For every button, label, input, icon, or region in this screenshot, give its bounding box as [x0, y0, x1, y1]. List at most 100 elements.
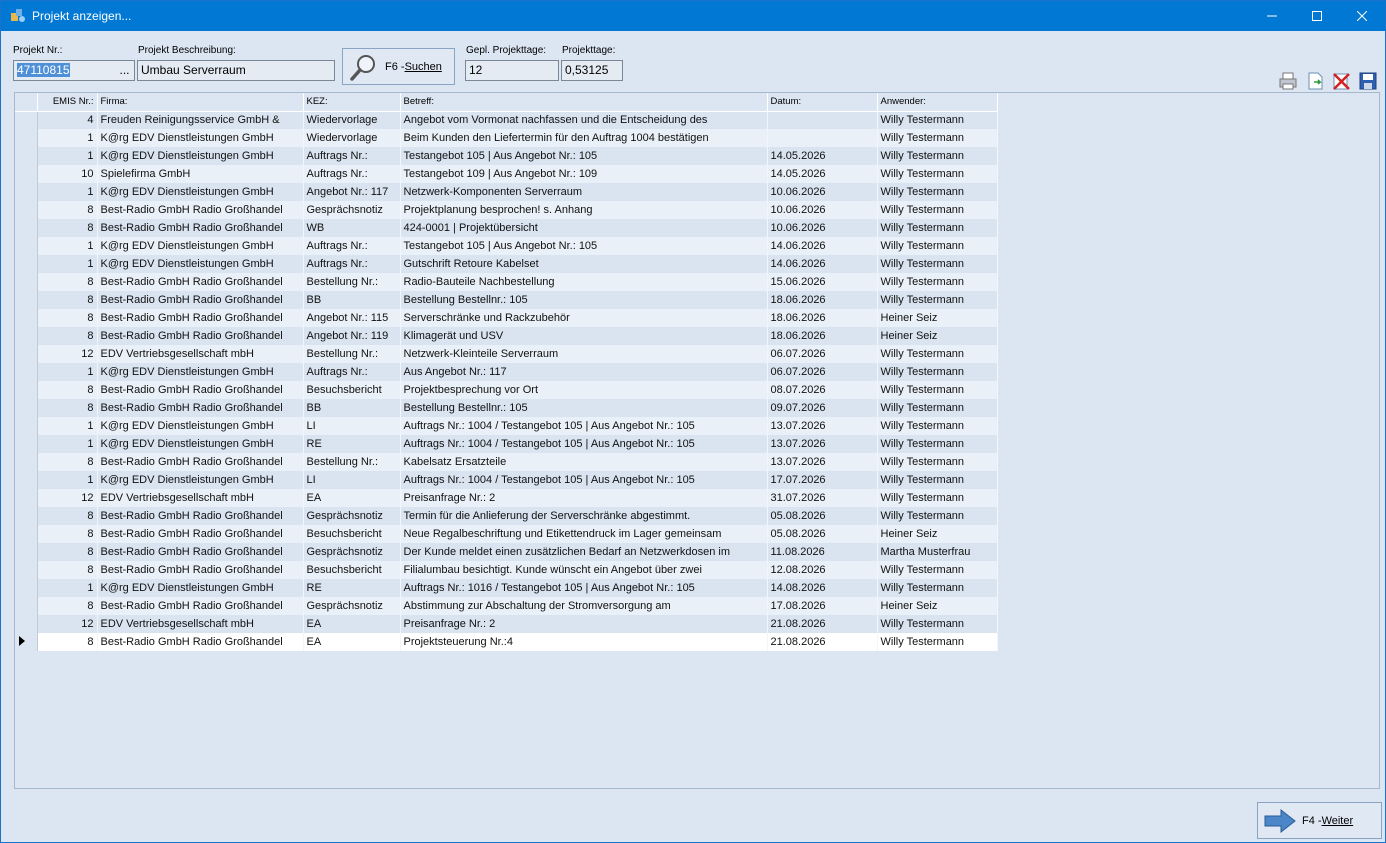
cell-firma[interactable]: Spielefirma GmbH	[97, 165, 304, 183]
table-row[interactable]: 10 Spielefirma GmbH Auftrags Nr.: Testangeb…	[15, 165, 998, 183]
cell-datum[interactable]: 08.07.2026	[767, 381, 878, 399]
cell-betreff[interactable]: Filialumbau besichtigt. Kunde wünscht ei…	[400, 561, 768, 579]
table-row[interactable]: 8 Best-Radio GmbH Radio Großhandel Bestell…	[15, 453, 998, 471]
row-indicator[interactable]	[15, 435, 38, 453]
cell-anwender[interactable]: Willy Testermann	[877, 561, 998, 579]
row-indicator[interactable]	[15, 183, 38, 201]
table-row[interactable]: 8 Best-Radio GmbH Radio Großhandel Bestell…	[15, 273, 998, 291]
cell-betreff[interactable]: Radio-Bauteile Nachbestellung	[400, 273, 768, 291]
cell-kez[interactable]: Auftrags Nr.:	[303, 147, 401, 165]
row-indicator[interactable]	[15, 561, 38, 579]
cell-datum[interactable]: 06.07.2026	[767, 345, 878, 363]
cell-anwender[interactable]: Willy Testermann	[877, 453, 998, 471]
cell-datum[interactable]: 13.07.2026	[767, 453, 878, 471]
cell-firma[interactable]: K@rg EDV Dienstleistungen GmbH	[97, 471, 304, 489]
cell-firma[interactable]: EDV Vertriebsgesellschaft mbH	[97, 615, 304, 633]
cell-anwender[interactable]: Willy Testermann	[877, 363, 998, 381]
cell-anwender[interactable]: Willy Testermann	[877, 255, 998, 273]
cell-firma[interactable]: K@rg EDV Dienstleistungen GmbH	[97, 417, 304, 435]
cell-emis-nr[interactable]: 4	[37, 111, 98, 129]
cell-kez[interactable]: Gesprächsnotiz	[303, 201, 401, 219]
cell-emis-nr[interactable]: 1	[37, 471, 98, 489]
cell-datum[interactable]: 06.07.2026	[767, 363, 878, 381]
cell-emis-nr[interactable]: 1	[37, 183, 98, 201]
cell-anwender[interactable]: Willy Testermann	[877, 165, 998, 183]
cell-datum[interactable]: 10.06.2026	[767, 219, 878, 237]
table-row[interactable]: 8 Best-Radio GmbH Radio Großhandel BB Beste…	[15, 291, 998, 309]
cell-betreff[interactable]: Testangebot 109 | Aus Angebot Nr.: 109	[400, 165, 768, 183]
cell-datum[interactable]: 17.07.2026	[767, 471, 878, 489]
cell-firma[interactable]: Best-Radio GmbH Radio Großhandel	[97, 291, 304, 309]
row-indicator[interactable]	[15, 579, 38, 597]
row-indicator[interactable]	[15, 363, 38, 381]
row-indicator[interactable]	[15, 633, 38, 651]
cell-firma[interactable]: Best-Radio GmbH Radio Großhandel	[97, 219, 304, 237]
row-indicator[interactable]	[15, 201, 38, 219]
cell-kez[interactable]: EA	[303, 489, 401, 507]
export-icon[interactable]	[1305, 71, 1325, 91]
cell-firma[interactable]: Best-Radio GmbH Radio Großhandel	[97, 633, 304, 651]
row-indicator[interactable]	[15, 219, 38, 237]
row-indicator[interactable]	[15, 147, 38, 165]
cell-betreff[interactable]: 424-0001 | Projektübersicht	[400, 219, 768, 237]
cell-emis-nr[interactable]: 8	[37, 327, 98, 345]
search-button[interactable]: F6 - Suchen	[342, 48, 455, 85]
cell-emis-nr[interactable]: 8	[37, 597, 98, 615]
table-row[interactable]: 8 Best-Radio GmbH Radio Großhandel EA Proje…	[15, 633, 998, 651]
cell-betreff[interactable]: Netzwerk-Kleinteile Serverraum	[400, 345, 768, 363]
cell-datum[interactable]: 13.07.2026	[767, 417, 878, 435]
cell-betreff[interactable]: Auftrags Nr.: 1004 / Testangebot 105 | A…	[400, 471, 768, 489]
cell-firma[interactable]: K@rg EDV Dienstleistungen GmbH	[97, 435, 304, 453]
cell-datum[interactable]: 13.07.2026	[767, 435, 878, 453]
table-row[interactable]: 1 K@rg EDV Dienstleistungen GmbH Auftrags …	[15, 363, 998, 381]
cell-betreff[interactable]: Beim Kunden den Liefertermin für den Auf…	[400, 129, 768, 147]
cell-datum[interactable]: 21.08.2026	[767, 633, 878, 651]
cell-emis-nr[interactable]: 12	[37, 489, 98, 507]
cell-anwender[interactable]: Willy Testermann	[877, 507, 998, 525]
cell-anwender[interactable]: Willy Testermann	[877, 579, 998, 597]
row-indicator[interactable]	[15, 453, 38, 471]
cell-datum[interactable]: 05.08.2026	[767, 507, 878, 525]
delete-icon[interactable]	[1331, 71, 1351, 91]
table-row[interactable]: 1 K@rg EDV Dienstleistungen GmbH RE Auftrag…	[15, 579, 998, 597]
cell-anwender[interactable]: Willy Testermann	[877, 273, 998, 291]
cell-firma[interactable]: K@rg EDV Dienstleistungen GmbH	[97, 255, 304, 273]
row-indicator[interactable]	[15, 291, 38, 309]
row-indicator[interactable]	[15, 543, 38, 561]
cell-datum[interactable]: 15.06.2026	[767, 273, 878, 291]
cell-kez[interactable]: EA	[303, 615, 401, 633]
cell-firma[interactable]: K@rg EDV Dienstleistungen GmbH	[97, 237, 304, 255]
cell-datum[interactable]: 18.06.2026	[767, 291, 878, 309]
cell-datum[interactable]: 18.06.2026	[767, 327, 878, 345]
cell-anwender[interactable]: Heiner Seiz	[877, 597, 998, 615]
cell-betreff[interactable]: Kabelsatz Ersatzteile	[400, 453, 768, 471]
table-row[interactable]: 1 K@rg EDV Dienstleistungen GmbH RE Auftrag…	[15, 435, 998, 453]
cell-datum[interactable]: 14.05.2026	[767, 165, 878, 183]
cell-emis-nr[interactable]: 8	[37, 633, 98, 651]
cell-datum[interactable]: 10.06.2026	[767, 183, 878, 201]
cell-firma[interactable]: Best-Radio GmbH Radio Großhandel	[97, 561, 304, 579]
cell-datum[interactable]: 18.06.2026	[767, 309, 878, 327]
column-header-emis[interactable]: EMIS Nr.:	[37, 93, 98, 112]
beschreibung-field[interactable]: Umbau Serverraum	[137, 60, 335, 81]
cell-emis-nr[interactable]: 8	[37, 507, 98, 525]
projekttage-field[interactable]: 0,53125	[561, 60, 623, 81]
title-bar[interactable]: Projekt anzeigen...	[1, 1, 1385, 31]
cell-emis-nr[interactable]: 8	[37, 525, 98, 543]
cell-emis-nr[interactable]: 10	[37, 165, 98, 183]
cell-firma[interactable]: Best-Radio GmbH Radio Großhandel	[97, 201, 304, 219]
table-row[interactable]: 8 Best-Radio GmbH Radio Großhandel Gespräc…	[15, 543, 998, 561]
cell-betreff[interactable]: Auftrags Nr.: 1004 / Testangebot 105 | A…	[400, 417, 768, 435]
row-indicator[interactable]	[15, 327, 38, 345]
cell-kez[interactable]: RE	[303, 435, 401, 453]
column-header-firma[interactable]: Firma:	[97, 93, 304, 112]
row-indicator[interactable]	[15, 165, 38, 183]
cell-emis-nr[interactable]: 8	[37, 309, 98, 327]
cell-kez[interactable]: RE	[303, 579, 401, 597]
cell-firma[interactable]: K@rg EDV Dienstleistungen GmbH	[97, 183, 304, 201]
cell-kez[interactable]: Auftrags Nr.:	[303, 237, 401, 255]
cell-kez[interactable]: Wiedervorlage	[303, 129, 401, 147]
cell-kez[interactable]: Gesprächsnotiz	[303, 543, 401, 561]
row-indicator[interactable]	[15, 309, 38, 327]
cell-kez[interactable]: Bestellung Nr.:	[303, 453, 401, 471]
